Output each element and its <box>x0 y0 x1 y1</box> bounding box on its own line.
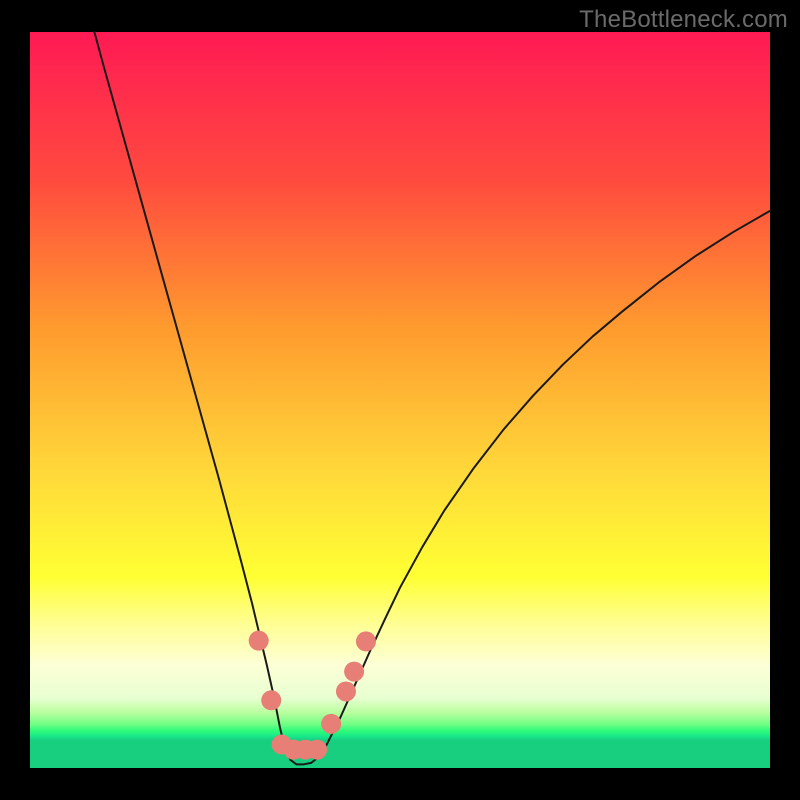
chart-gradient-bg <box>30 32 770 768</box>
marker-point <box>356 631 376 651</box>
marker-point <box>249 631 269 651</box>
marker-point <box>261 690 281 710</box>
marker-point <box>344 662 364 682</box>
chart-stage: TheBottleneck.com <box>0 0 800 800</box>
marker-point <box>336 681 356 701</box>
marker-point <box>307 740 327 760</box>
watermark-text: TheBottleneck.com <box>579 6 788 34</box>
bottleneck-chart <box>0 0 800 800</box>
marker-point <box>321 714 341 734</box>
